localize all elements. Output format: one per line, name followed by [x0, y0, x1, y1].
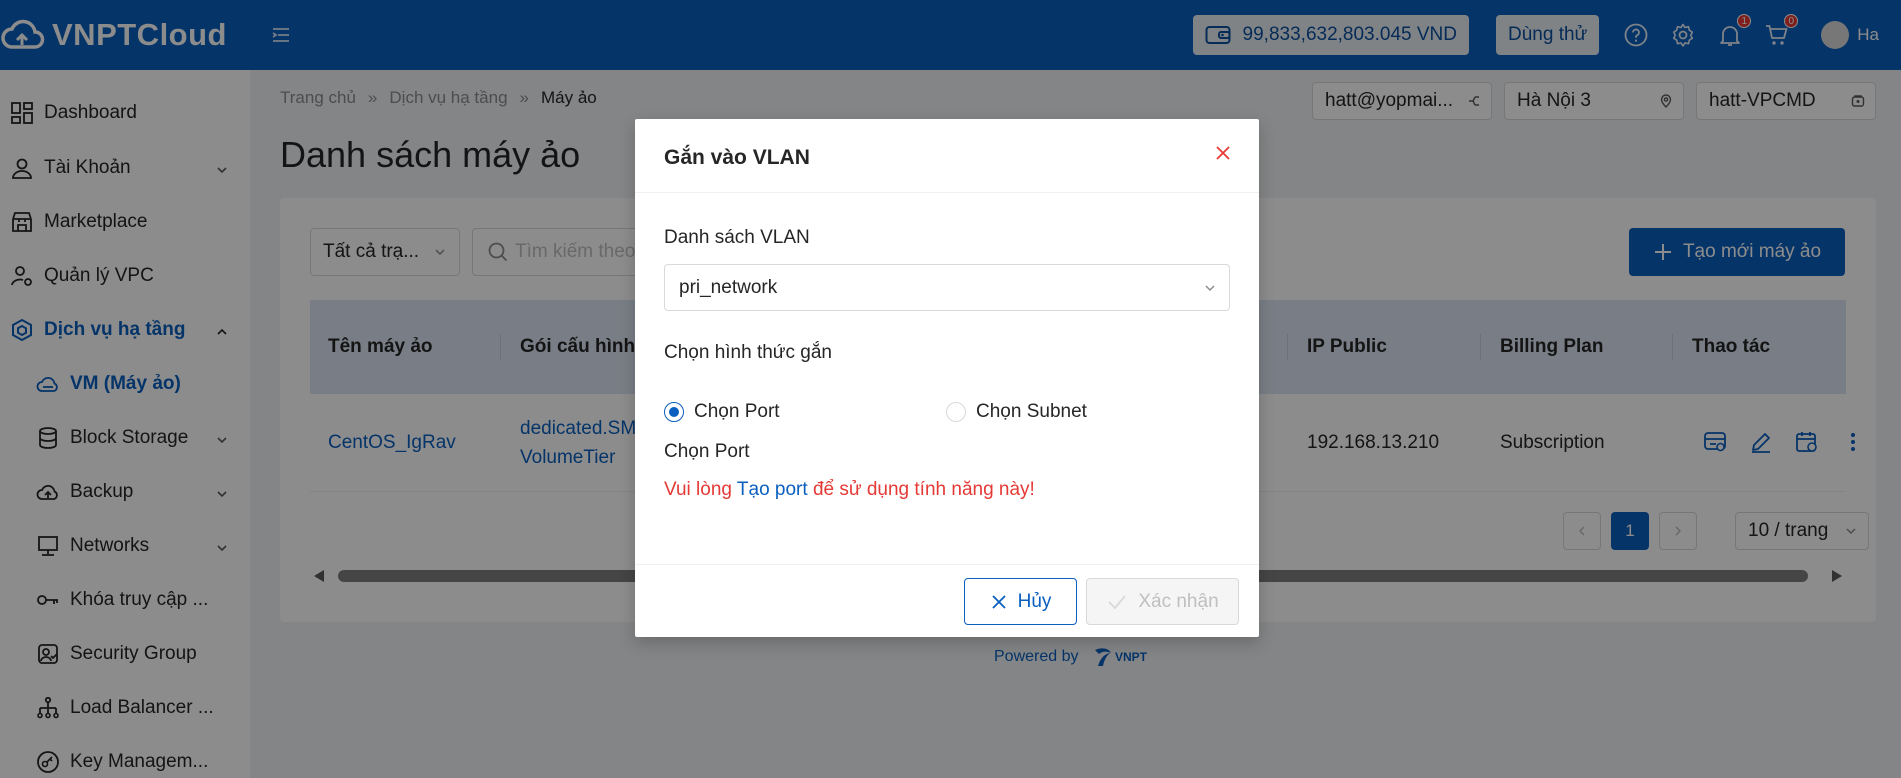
attach-type-label: Chọn hình thức gắn — [664, 342, 833, 363]
vlan-select-value: pri_network — [679, 276, 778, 298]
attach-vlan-modal: Gắn vào VLAN Danh sách VLAN pri_network … — [635, 119, 1259, 637]
close-icon[interactable] — [1213, 143, 1233, 163]
vlan-list-label: Danh sách VLAN — [664, 227, 810, 248]
confirm-button[interactable]: Xác nhận — [1086, 578, 1239, 625]
warning-prefix: Vui lòng — [664, 479, 737, 500]
close-icon — [991, 594, 1006, 609]
modal-header: Gắn vào VLAN — [635, 119, 1259, 193]
create-port-link[interactable]: Tạo port — [737, 479, 808, 500]
warning-suffix: để sử dụng tính năng này! — [807, 479, 1035, 500]
radio-subnet-indicator[interactable] — [946, 402, 966, 422]
create-port-warning: Vui lòng Tạo port để sử dụng tính năng n… — [664, 479, 1035, 501]
cancel-button[interactable]: Hủy — [964, 578, 1077, 625]
port-label: Chọn Port — [664, 441, 750, 462]
chevron-down-icon — [1205, 284, 1215, 291]
cancel-label: Hủy — [1017, 590, 1052, 612]
radio-subnet-label: Chọn Subnet — [976, 401, 1087, 422]
modal-footer: Hủy Xác nhận — [635, 564, 1259, 637]
radio-choose-port[interactable]: Chọn Port — [664, 401, 780, 423]
check-icon — [1108, 594, 1127, 609]
confirm-label: Xác nhận — [1138, 590, 1219, 612]
radio-port-indicator[interactable] — [664, 402, 684, 422]
modal-title: Gắn vào VLAN — [664, 146, 810, 169]
radio-choose-subnet[interactable]: Chọn Subnet — [946, 401, 1087, 423]
radio-port-label: Chọn Port — [694, 401, 780, 422]
vlan-select[interactable]: pri_network — [664, 264, 1230, 311]
